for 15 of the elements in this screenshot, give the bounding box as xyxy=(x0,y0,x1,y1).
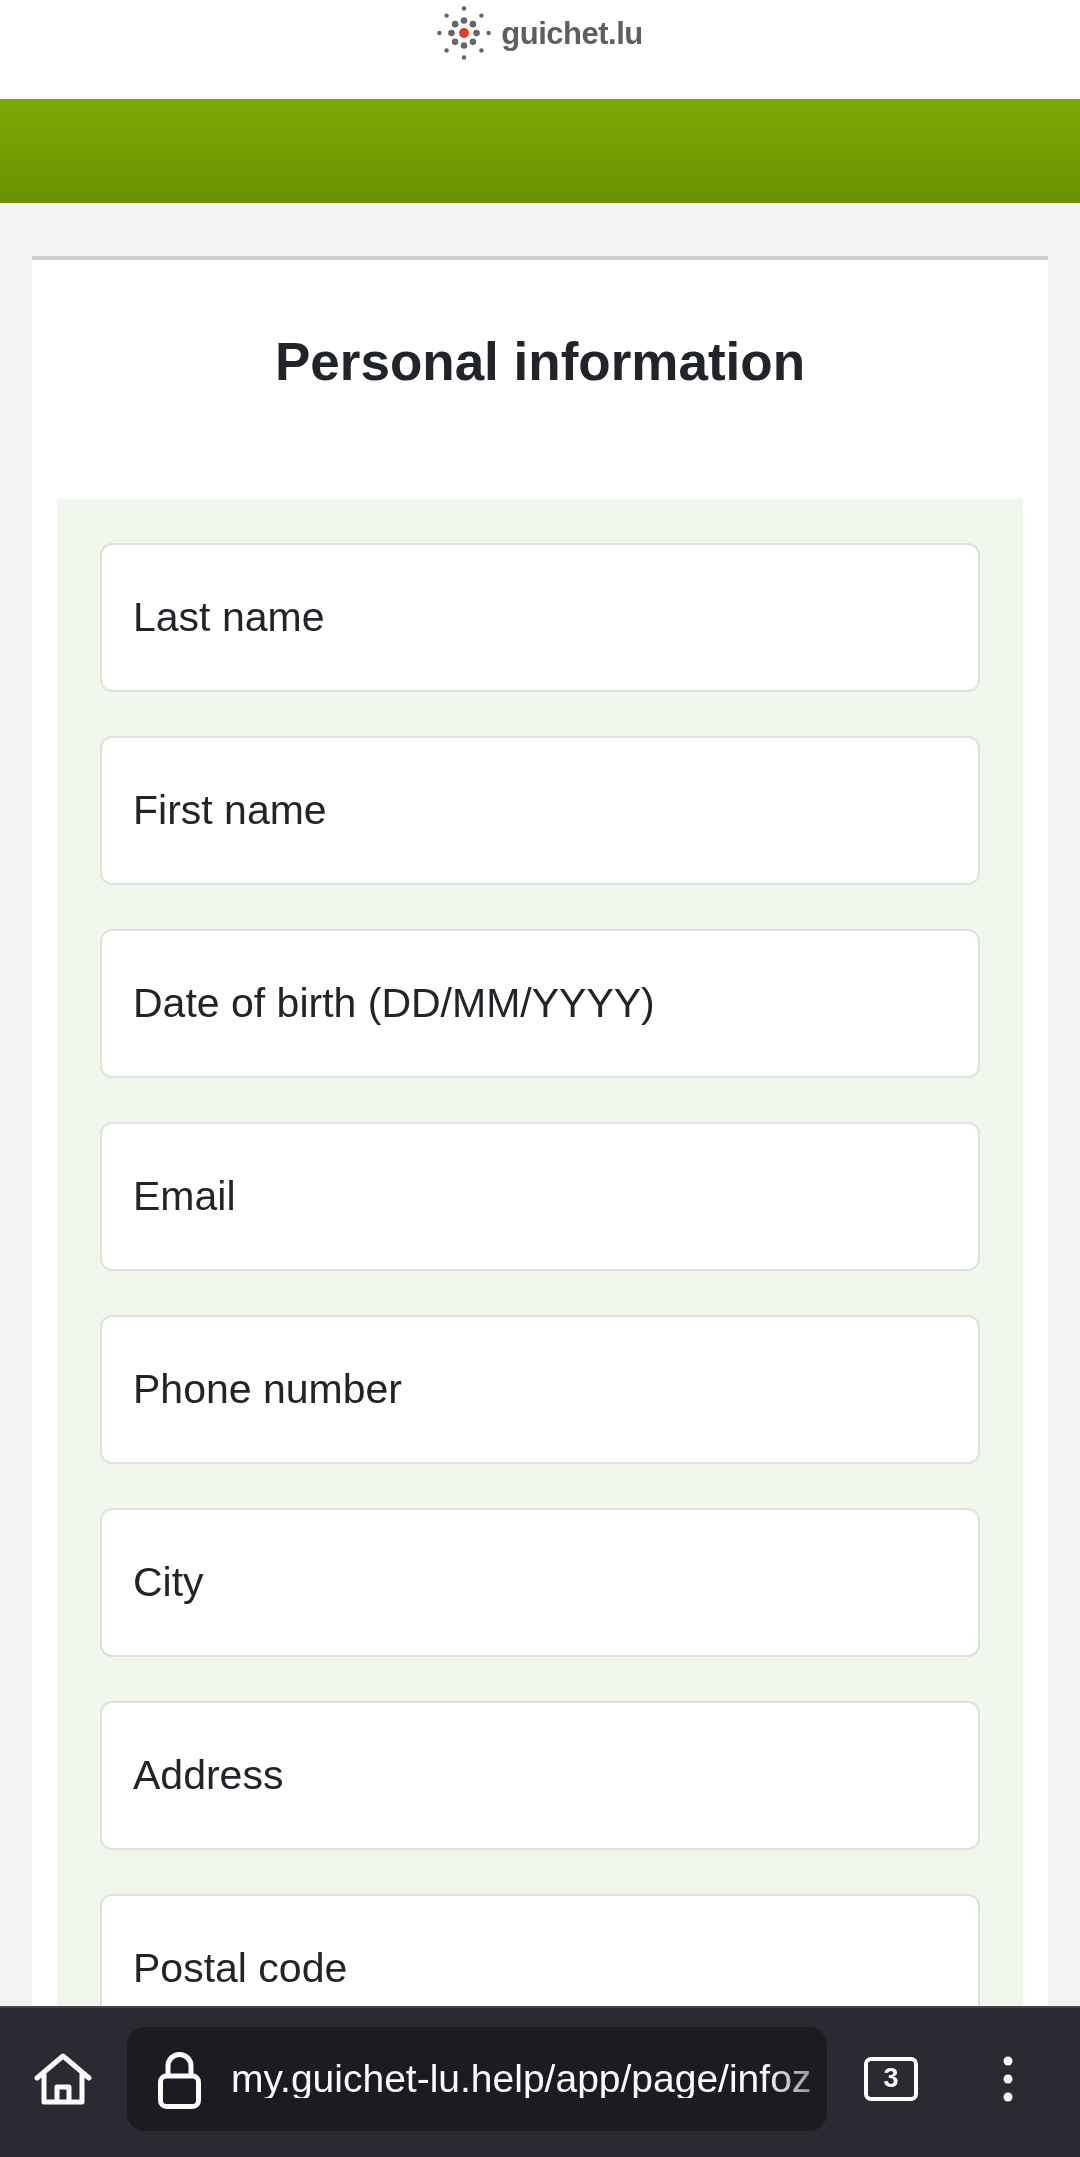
input-field[interactable]: Address xyxy=(100,1701,980,1850)
input-field[interactable]: Postal code xyxy=(100,1894,980,2006)
dotted-logo-icon xyxy=(437,6,492,60)
input-field[interactable]: Last name xyxy=(100,543,980,692)
home-icon[interactable] xyxy=(34,2052,92,2105)
input-field[interactable]: Phone number xyxy=(100,1315,980,1464)
input-field[interactable]: First name xyxy=(100,736,980,885)
logo-text: guichet.lu xyxy=(501,17,643,49)
input-field[interactable]: City xyxy=(100,1508,980,1657)
url-text: my.guichet-lu.help/app/page/infoz xyxy=(231,2059,812,2098)
address-bar[interactable]: my.guichet-lu.help/app/page/infoz xyxy=(127,2026,827,2131)
tab-count-button[interactable]: 3 xyxy=(864,2056,918,2101)
input-field[interactable]: Email xyxy=(100,1122,980,1271)
input-field[interactable]: Date of birth (DD/MM/YYYY) xyxy=(100,929,980,1078)
page-title: Personal information xyxy=(273,331,807,393)
